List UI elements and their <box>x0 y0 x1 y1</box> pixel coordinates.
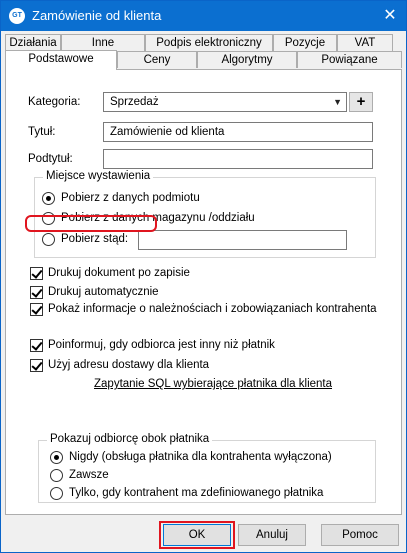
radio-never-label: Nigdy (obsługa płatnika dla kontrahenta … <box>69 451 332 463</box>
notify-receiver-checkbox[interactable] <box>30 339 43 352</box>
print-automatically-label: Drukuj automatycznie <box>48 286 159 298</box>
tab-content-panel: Kategoria: Sprzedaż ▼ + Tytuł: Zamówieni… <box>5 69 402 515</box>
subtitle-label: Podtytuł: <box>28 153 73 165</box>
tab-algorytmy[interactable]: Algorytmy <box>197 51 297 68</box>
radio-when-payer-defined[interactable] <box>50 487 63 500</box>
category-select[interactable]: Sprzedaż ▼ <box>103 92 347 112</box>
tab-ceny[interactable]: Ceny <box>117 51 197 68</box>
app-icon: GT <box>9 8 25 24</box>
radio-always[interactable] <box>50 469 63 482</box>
tab-dzialania[interactable]: Działania <box>5 34 61 51</box>
radio-when-payer-defined-label: Tylko, gdy kontrahent ma zdefiniowanego … <box>69 487 324 499</box>
show-receivables-checkbox[interactable] <box>30 303 43 316</box>
show-receivables-label: Pokaż informacje o należnościach i zobow… <box>48 303 377 315</box>
cancel-button[interactable]: Anuluj <box>238 524 306 546</box>
tab-pozycje[interactable]: Pozycje <box>273 34 337 51</box>
radio-from-here[interactable] <box>42 233 55 246</box>
add-category-button[interactable]: + <box>349 92 373 112</box>
print-automatically-checkbox[interactable] <box>30 286 43 299</box>
use-delivery-address-checkbox[interactable] <box>30 359 43 372</box>
sql-query-link[interactable]: Zapytanie SQL wybierające płatnika dla k… <box>94 378 332 390</box>
category-value: Sprzedaż <box>110 96 159 108</box>
tab-inne[interactable]: Inne <box>61 34 145 51</box>
annotation-highlight-print-auto <box>25 215 157 232</box>
print-after-save-label: Drukuj dokument po zapisie <box>48 267 190 279</box>
print-after-save-checkbox[interactable] <box>30 267 43 280</box>
issue-place-input[interactable] <box>138 230 347 250</box>
receiver-group-title: Pokazuj odbiorcę obok płatnika <box>47 433 213 445</box>
radio-from-entity-label: Pobierz z danych podmiotu <box>61 192 200 204</box>
title-input[interactable]: Zamówienie od klienta <box>103 122 373 142</box>
annotation-highlight-ok <box>159 521 235 549</box>
chevron-down-icon: ▼ <box>333 97 342 107</box>
tab-powiazane[interactable]: Powiązane <box>297 51 402 68</box>
window-title: Zamówienie od klienta <box>32 8 162 23</box>
notify-receiver-label: Poinformuj, gdy odbiorca jest inny niż p… <box>48 339 275 351</box>
title-label: Tytuł: <box>28 126 56 138</box>
subtitle-input[interactable] <box>103 149 373 169</box>
tab-podstawowe[interactable]: Podstawowe <box>5 50 117 70</box>
title-bar[interactable]: GT Zamówienie od klienta ✕ <box>1 1 406 31</box>
help-button[interactable]: Pomoc <box>321 524 399 546</box>
category-label: Kategoria: <box>28 96 81 108</box>
dialog-window: GT Zamówienie od klienta ✕ Działania Inn… <box>0 0 407 553</box>
tab-vat[interactable]: VAT <box>337 34 393 51</box>
tab-podpis-elektroniczny[interactable]: Podpis elektroniczny <box>145 34 273 51</box>
radio-never[interactable] <box>50 451 63 464</box>
radio-always-label: Zawsze <box>69 469 109 481</box>
close-icon[interactable]: ✕ <box>380 6 400 26</box>
use-delivery-address-label: Użyj adresu dostawy dla klienta <box>48 359 210 371</box>
radio-from-entity[interactable] <box>42 192 55 205</box>
radio-from-here-label: Pobierz stąd: <box>61 233 129 245</box>
issue-place-title: Miejsce wystawienia <box>43 170 154 182</box>
